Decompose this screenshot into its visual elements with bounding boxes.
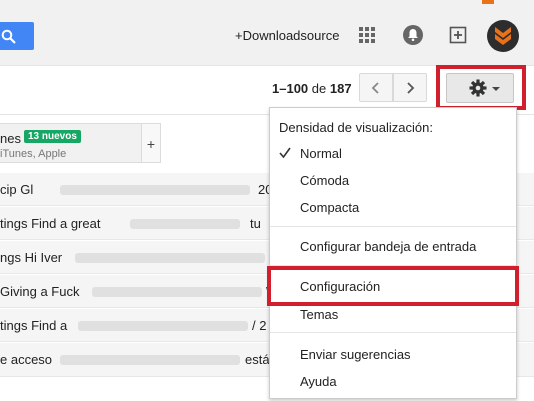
tab-promotions[interactable]: nes 13 nuevos iTunes, Apple <box>0 123 142 163</box>
menu-divider <box>270 226 516 227</box>
orange-strip <box>482 0 494 4</box>
pagination-of: de <box>311 81 327 96</box>
redacted-text <box>78 321 248 331</box>
email-snippet-tail: / 2 <box>252 318 267 333</box>
notifications-icon[interactable] <box>403 25 423 45</box>
redacted-text <box>92 287 262 297</box>
tab-senders: iTunes, Apple <box>0 148 67 160</box>
share-icon[interactable] <box>449 26 467 44</box>
highlight-box-configuration <box>267 266 519 306</box>
redacted-text <box>60 185 250 195</box>
email-snippet-tail: tu <box>250 216 261 231</box>
redacted-text <box>60 355 240 365</box>
tab-title: nes <box>0 131 21 146</box>
chevrons-logo-icon <box>495 27 511 45</box>
email-snippet: Giving a Fuck <box>0 284 80 299</box>
email-snippet: tings Find a <box>0 318 68 333</box>
menu-divider <box>270 332 516 333</box>
older-button[interactable] <box>393 73 427 102</box>
avatar[interactable] <box>487 20 519 52</box>
menu-item-comfortable[interactable]: Cómoda <box>270 168 516 192</box>
search-icon <box>1 29 16 44</box>
email-snippet: e acceso <box>0 352 53 367</box>
new-count-badge: 13 nuevos <box>24 130 81 143</box>
settings-menu: Densidad de visualización: Normal Cómoda… <box>269 107 517 399</box>
top-bar: +Downloadsource <box>0 0 534 66</box>
menu-item-configure-inbox[interactable]: Configurar bandeja de entrada <box>270 234 516 258</box>
redacted-text <box>130 219 240 229</box>
pagination-info: 1–100 de 187 <box>272 81 352 96</box>
user-profile-link[interactable]: +Downloadsource <box>235 28 339 43</box>
menu-header-density: Densidad de visualización: <box>279 120 433 135</box>
chevron-left-icon <box>371 82 379 94</box>
chevron-right-icon <box>407 82 415 94</box>
apps-icon[interactable] <box>359 27 375 43</box>
add-tab-button[interactable]: + <box>142 123 161 163</box>
newer-button[interactable] <box>359 73 393 102</box>
menu-item-compact[interactable]: Compacta <box>270 195 516 219</box>
pagination-range: 1–100 <box>272 81 309 96</box>
menu-item-send-feedback[interactable]: Enviar sugerencias <box>270 342 516 366</box>
pagination-total: 187 <box>329 81 352 96</box>
email-snippet: cip Gl <box>0 182 34 197</box>
menu-item-normal[interactable]: Normal <box>270 141 516 165</box>
email-snippet: ngs Hi Iver <box>0 250 63 265</box>
check-icon <box>279 147 291 159</box>
search-button[interactable] <box>0 22 34 50</box>
redacted-text <box>75 253 265 263</box>
highlight-box-settings <box>436 65 526 110</box>
email-snippet: tings Find a great <box>0 216 101 231</box>
menu-item-help[interactable]: Ayuda <box>270 369 516 393</box>
